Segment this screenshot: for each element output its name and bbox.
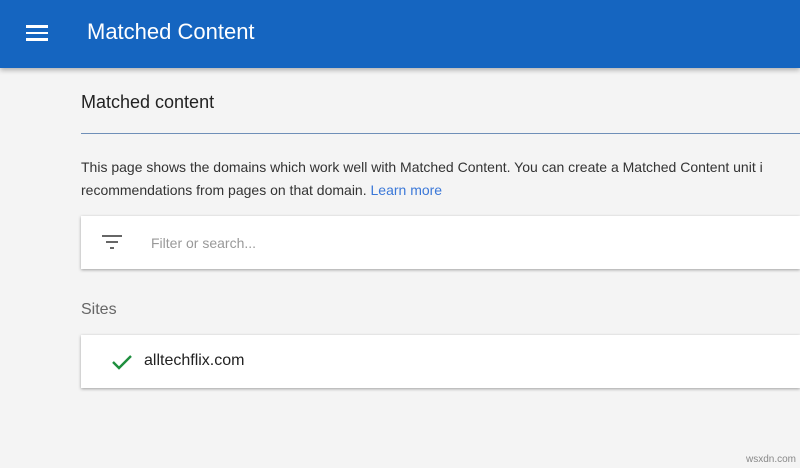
page-description: This page shows the domains which work w… bbox=[81, 156, 763, 202]
divider bbox=[81, 133, 800, 134]
hamburger-menu-icon[interactable] bbox=[26, 25, 48, 41]
site-row[interactable]: alltechflix.com bbox=[81, 335, 800, 388]
top-app-bar: Matched Content bbox=[0, 0, 800, 68]
page-title: Matched content bbox=[81, 92, 215, 112]
description-line-1: This page shows the domains which work w… bbox=[81, 159, 763, 175]
watermark: wsxdn.com bbox=[745, 454, 796, 465]
site-domain: alltechflix.com bbox=[144, 352, 245, 369]
check-icon bbox=[112, 355, 132, 370]
search-input[interactable] bbox=[151, 230, 751, 256]
sites-label: Sites bbox=[81, 301, 117, 318]
filter-icon[interactable] bbox=[101, 235, 123, 251]
learn-more-link[interactable]: Learn more bbox=[371, 182, 443, 198]
search-card bbox=[81, 216, 800, 269]
description-line-2: recommendations from pages on that domai… bbox=[81, 182, 367, 198]
app-title: Matched Content bbox=[87, 19, 255, 44]
